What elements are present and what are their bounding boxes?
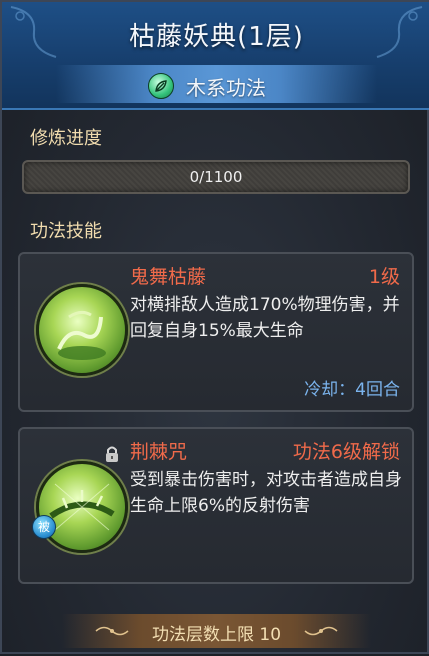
training-progress-heading: 修炼进度 (30, 128, 102, 149)
thorn-skill-icon (36, 461, 128, 553)
skill-detail-panel: 枯藤妖典(1层) 木系功法 修炼进度 0/1100 功法技能 鬼舞枯藤 1级 对… (0, 0, 429, 654)
skill-cooldown: 冷却：4回合 (304, 380, 400, 400)
passive-badge: 被 (32, 515, 56, 539)
skill-unlock-requirement: 功法6级解锁 (292, 441, 400, 463)
skill-book-title: 枯藤妖典(1层) (129, 22, 304, 52)
progress-value: 0/1100 (189, 168, 243, 186)
skill-card[interactable]: 被 荆棘咒 功法6级解锁 受到暴击伤害时，对攻击者造成自身生命上限6%的反射伤害 (18, 427, 414, 584)
lock-icon (106, 446, 118, 462)
skill-description: 对横排敌人造成170%物理伤害，并回复自身15%最大生命 (130, 295, 400, 341)
panel-header: 枯藤妖典(1层) 木系功法 (2, 2, 429, 110)
skill-description: 受到暴击伤害时，对攻击者造成自身生命上限6%的反射伤害 (130, 470, 402, 516)
skill-card[interactable]: 鬼舞枯藤 1级 对横排敌人造成170%物理伤害，并回复自身15%最大生命 冷却：… (18, 252, 414, 412)
leaf-icon (148, 73, 174, 99)
skill-name: 荆棘咒 (130, 441, 188, 463)
skill-level: 1级 (368, 266, 400, 288)
footer-banner: 功法层数上限 10 (2, 606, 429, 656)
training-progress-bar: 0/1100 (22, 160, 410, 194)
layer-cap-label: 功法层数上限 10 (151, 625, 282, 645)
skill-name: 鬼舞枯藤 (130, 266, 207, 288)
element-type-label: 木系功法 (186, 76, 266, 100)
vine-skill-icon (36, 284, 128, 376)
skills-heading: 功法技能 (30, 221, 102, 242)
